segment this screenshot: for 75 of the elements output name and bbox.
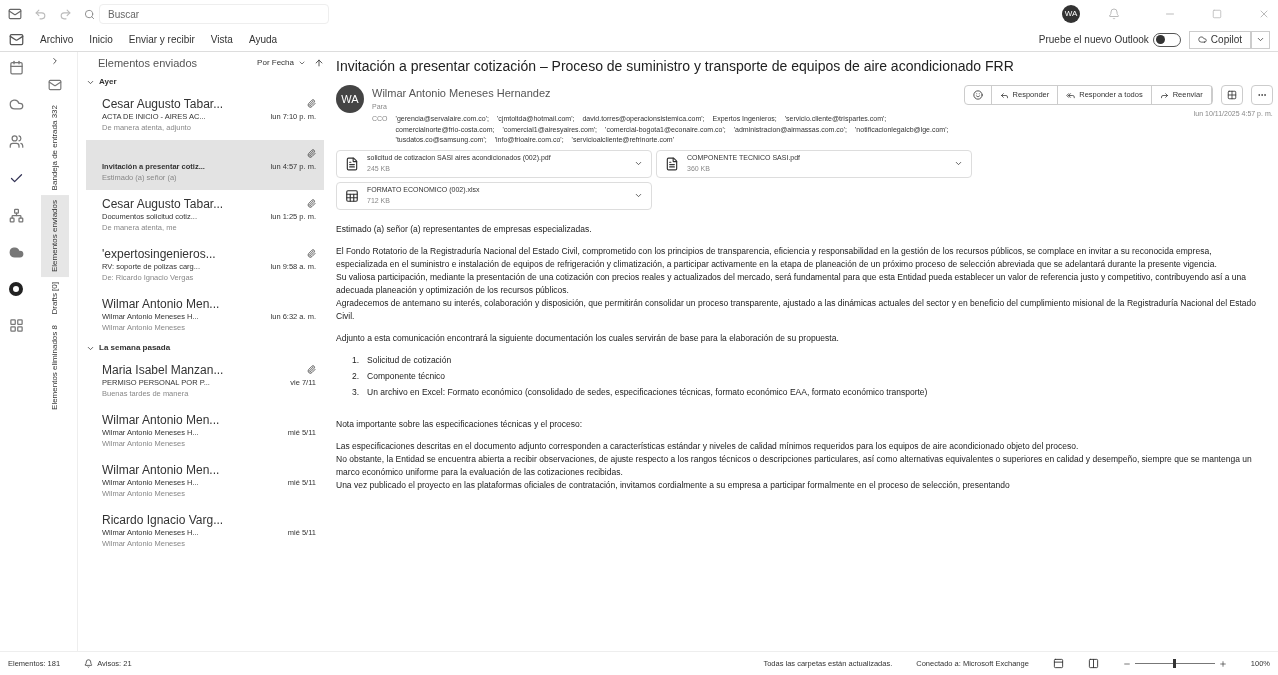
calendar-icon[interactable] bbox=[8, 60, 24, 75]
list-number: 3. bbox=[352, 385, 360, 399]
search-icon bbox=[84, 8, 95, 20]
spreadsheet-icon bbox=[345, 188, 359, 203]
body-paragraph: Agradecemos de antemano su interés, colaboración y disposición, que permitirán consolidar un proceso transparente, ajustado a las dinámicas actuales del sector y en beneficio del cumplimiento misional de la Registraduría Nacional del Estado Civil. bbox=[336, 296, 1257, 323]
copilot-icon bbox=[1197, 35, 1207, 44]
user-avatar[interactable]: WA bbox=[1062, 5, 1080, 23]
folder-tab[interactable]: Bandeja de entrada 332 bbox=[40, 100, 69, 196]
reply-icon bbox=[999, 90, 1009, 100]
document-icon bbox=[345, 156, 359, 171]
list-item: Un archivo en Excel: Formato económico (consolidado de sedes, especificaciones técnicas, formato económico EAA, formato económico transporte) bbox=[367, 385, 928, 399]
sender-name: Wilmar Antonio Men... bbox=[102, 296, 220, 311]
body-paragraph: No obstante, la Entidad se encuentra abierta a recibir observaciones, de ajuste respecto a los rangos técnicos o descripciones particulares, así como alternativas equivalentes o superiores en calidad y desempeño, siempre que se mantenga un marco económico uniforme para la evaluación de las cotizaciones recibidas. bbox=[336, 452, 1253, 479]
chevron-icon[interactable] bbox=[634, 191, 643, 200]
menu-item[interactable]: Inicio bbox=[89, 32, 113, 47]
list-number: 2. bbox=[352, 369, 360, 383]
sender-name: Ricardo Ignacio Varg... bbox=[102, 512, 224, 527]
reply-all-icon bbox=[1066, 90, 1076, 100]
grid-icon[interactable] bbox=[8, 318, 24, 333]
chevron-icon[interactable] bbox=[954, 159, 963, 168]
reading-view-icon[interactable] bbox=[1087, 658, 1099, 669]
sender-name: 'expertosingenieros... bbox=[102, 246, 216, 261]
forward-icon bbox=[1159, 90, 1169, 100]
smiley-icon bbox=[972, 90, 983, 100]
grid-icon bbox=[1226, 90, 1237, 100]
sender-name: Wilmar Antonio Men... bbox=[102, 412, 220, 427]
body-paragraph: Estimado (a) señor (a) representantes de empresas especializadas. bbox=[336, 222, 593, 236]
sender-name: Wilmar Antonio Men... bbox=[102, 462, 220, 477]
chevron-icon[interactable] bbox=[634, 159, 643, 168]
menu-item[interactable]: Archivo bbox=[40, 32, 74, 47]
body-paragraph: El Fondo Rotatorio de la Registraduría Nacional del Estado Civil, comprometido con los principios de transparencia, eficiencia y responsabilidad en la gestión de los recursos públicos, se complace en invitar a su reconocida empresa, especializada en el suministro e instalación de equipos de refrigeración y climatización, a participar activamente en la etapa de planeación de un próximo proceso de selección abreviada que se adelantará durante la presente vigencia. bbox=[336, 244, 1218, 271]
copilot-button[interactable]: Copilot bbox=[1188, 30, 1251, 49]
envelope-icon[interactable] bbox=[47, 78, 62, 92]
nodes-icon[interactable] bbox=[8, 208, 24, 223]
message-subject-heading: Invitación a presentar cotización – Proceso de suministro y transporte de equipos de aire acondicionado FRR bbox=[336, 57, 1015, 76]
folder-tab[interactable]: Elementos eliminados 8 bbox=[40, 319, 69, 415]
menu-item[interactable]: Vista bbox=[210, 32, 233, 47]
sort-arrow-icon[interactable] bbox=[314, 58, 324, 68]
mail-icon[interactable] bbox=[8, 32, 24, 47]
folder-title: Elementos enviados bbox=[97, 55, 199, 71]
list-number: 1. bbox=[352, 353, 360, 367]
sender-name: Wilmar Antonio Meneses Hernandez bbox=[372, 86, 552, 101]
bell-icon bbox=[84, 659, 94, 668]
outlook-icon[interactable] bbox=[8, 7, 22, 21]
sender-name: Maria Isabel Manzan... bbox=[102, 362, 224, 377]
body-paragraph: Una vez publicado el proyecto en las plataformas oficiales de contratación, invitamos cordialmente a su empresa a participar formalmente en el proceso de selección, presentando bbox=[336, 478, 1011, 492]
document-icon bbox=[665, 156, 679, 171]
chevron-icon bbox=[1256, 35, 1265, 44]
normal-view-icon[interactable] bbox=[1052, 658, 1064, 669]
group-header: La semana pasada bbox=[99, 342, 171, 354]
people-icon[interactable] bbox=[8, 134, 24, 149]
sender-name: Cesar Augusto Tabar... bbox=[102, 196, 224, 211]
chevron-icon bbox=[298, 59, 306, 67]
list-item: Solicitud de cotización bbox=[367, 353, 452, 367]
body-paragraph: Nota importante sobre las especificaciones técnicas y el proceso: bbox=[336, 417, 584, 431]
sender-name: Cesar Augusto Tabar... bbox=[102, 96, 224, 111]
more-button[interactable] bbox=[1250, 85, 1273, 105]
sort-dropdown[interactable]: Por Fecha bbox=[257, 57, 306, 69]
new-outlook-label: Pruebe el nuevo Outlook bbox=[1038, 33, 1149, 47]
body-paragraph: Su valiosa participación, mediante la presentación de una cotización con precios reales y actualizados del mercado, será fundamental para que esta Entidad pueda establecer un valor de referencia justo y competitivo, contribuyendo así a una adecuada planeación y optimización de los recursos públicos. bbox=[336, 270, 1248, 297]
body-paragraph: Adjunto a esta comunicación encontrará la siguiente documentación los cuales servirán de base para la elaboración de su propuesta. bbox=[336, 331, 840, 345]
folder-tab[interactable]: Drafts [0] bbox=[40, 277, 69, 320]
sender-avatar: WA bbox=[336, 85, 364, 113]
search-field[interactable]: Buscar bbox=[99, 4, 329, 24]
cloud-icon[interactable] bbox=[8, 245, 24, 260]
list-item: Componente técnico bbox=[367, 369, 446, 383]
zoom-in-icon[interactable] bbox=[1218, 659, 1227, 668]
folder-tab[interactable]: Elementos enviados bbox=[40, 195, 69, 278]
teams-button[interactable] bbox=[1220, 85, 1243, 105]
menu-item[interactable]: Ayuda bbox=[248, 32, 278, 47]
group-header: Ayer bbox=[99, 76, 117, 88]
toggle-switch[interactable] bbox=[1152, 32, 1181, 47]
menu-item[interactable]: Enviar y recibir bbox=[128, 32, 195, 47]
body-paragraph: Las especificaciones descritas en el documento adjunto corresponden a características estándar y niveles de calidad mínimos requeridos para los equipos de aire acondicionado objeto del proceso. bbox=[336, 439, 1080, 453]
slider-thumb[interactable] bbox=[1173, 659, 1177, 668]
